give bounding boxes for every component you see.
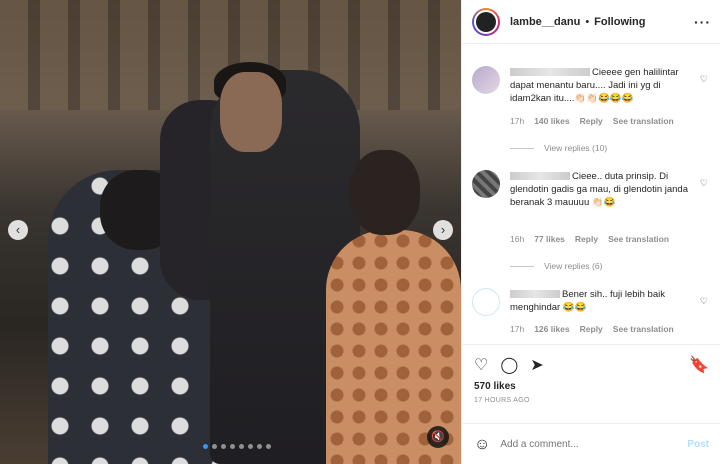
carousel-dots	[203, 444, 271, 449]
comment-time: 17h	[510, 116, 525, 126]
view-replies-button[interactable]: View replies (10)	[510, 143, 607, 153]
heart-icon[interactable]: ♡	[700, 296, 708, 307]
comment-text-block: Bener sih.. fuji lebih baik menghindar 😂…	[510, 288, 702, 314]
avatar[interactable]	[472, 66, 500, 94]
reply-button[interactable]: Reply	[580, 324, 603, 334]
carousel-dot	[266, 444, 271, 449]
carousel-dot	[221, 444, 226, 449]
comment-meta: 17h 140 likes Reply See translation	[510, 116, 674, 126]
see-translation-button[interactable]: See translation	[613, 324, 674, 334]
username[interactable]: lambe__danu	[510, 16, 580, 28]
post-button[interactable]: Post	[687, 439, 709, 450]
comment-composer: ☺ Post	[462, 423, 720, 464]
comment-meta: 17h 126 likes Reply See translation	[510, 324, 674, 334]
comment-likes[interactable]: 126 likes	[534, 324, 569, 334]
see-translation-button[interactable]: See translation	[613, 116, 674, 126]
more-horizontal-icon[interactable]: ···	[694, 14, 711, 30]
speaker-muted-icon[interactable]: 🔇	[427, 426, 449, 448]
avatar[interactable]	[472, 288, 500, 316]
comment-time: 16h	[510, 234, 525, 244]
carousel-dot	[212, 444, 217, 449]
comment-text-block: Cieee.. duta prinsip. Di glendotin gadis…	[510, 170, 702, 209]
chevron-left-icon[interactable]: ‹	[8, 220, 28, 240]
carousel-dot	[239, 444, 244, 449]
carousel-dot	[257, 444, 262, 449]
media-figure	[220, 72, 282, 152]
comments-list: Cieeee gen halilintar dapat menantu baru…	[462, 44, 720, 344]
see-translation-button[interactable]: See translation	[608, 234, 669, 244]
heart-icon[interactable]: ♡	[474, 355, 488, 375]
blurred-username	[510, 290, 560, 299]
comment-text-block: Cieeee gen halilintar dapat menantu baru…	[510, 66, 702, 105]
carousel-dot	[248, 444, 253, 449]
post-header: lambe__danu • Following ···	[462, 0, 720, 44]
media-figure	[350, 150, 420, 235]
view-replies-button[interactable]: View replies (6)	[510, 261, 602, 271]
post-media[interactable]: ‹ › 🔇	[0, 0, 461, 464]
post-panel: lambe__danu • Following ··· Cieeee gen h…	[461, 0, 720, 464]
divider	[510, 147, 534, 149]
heart-icon[interactable]: ♡	[700, 74, 708, 85]
post-timestamp: 17 HOURS AGO	[474, 397, 530, 404]
comment-input[interactable]	[500, 439, 671, 450]
post-actions: ♡ ◯ ➤ 🔖 570 likes 17 HOURS AGO ☺ Post	[462, 344, 720, 464]
avatar[interactable]	[472, 7, 500, 36]
comment-meta: 16h 77 likes Reply See translation	[510, 234, 669, 244]
following-button[interactable]: Following	[594, 16, 645, 28]
carousel-dot	[203, 444, 208, 449]
reply-button[interactable]: Reply	[575, 234, 598, 244]
heart-icon[interactable]: ♡	[700, 178, 708, 189]
divider	[510, 265, 534, 267]
chevron-right-icon[interactable]: ›	[433, 220, 453, 240]
separator: •	[585, 15, 590, 28]
reply-button[interactable]: Reply	[580, 116, 603, 126]
emoji-icon[interactable]: ☺	[474, 436, 490, 454]
likes-count[interactable]: 570 likes	[474, 381, 516, 392]
comment-time: 17h	[510, 324, 525, 334]
comment-icon[interactable]: ◯	[500, 355, 518, 375]
blurred-username	[510, 68, 590, 77]
comment-likes[interactable]: 77 likes	[534, 234, 565, 244]
comment-likes[interactable]: 140 likes	[534, 116, 569, 126]
view-replies-label: View replies (10)	[544, 143, 608, 153]
bookmark-icon[interactable]: 🔖	[689, 355, 709, 375]
avatar[interactable]	[472, 170, 500, 198]
view-replies-label: View replies (6)	[544, 261, 603, 271]
action-icons: ♡ ◯ ➤	[474, 355, 544, 375]
carousel-dot	[230, 444, 235, 449]
send-icon[interactable]: ➤	[530, 355, 543, 375]
blurred-username	[510, 172, 570, 181]
